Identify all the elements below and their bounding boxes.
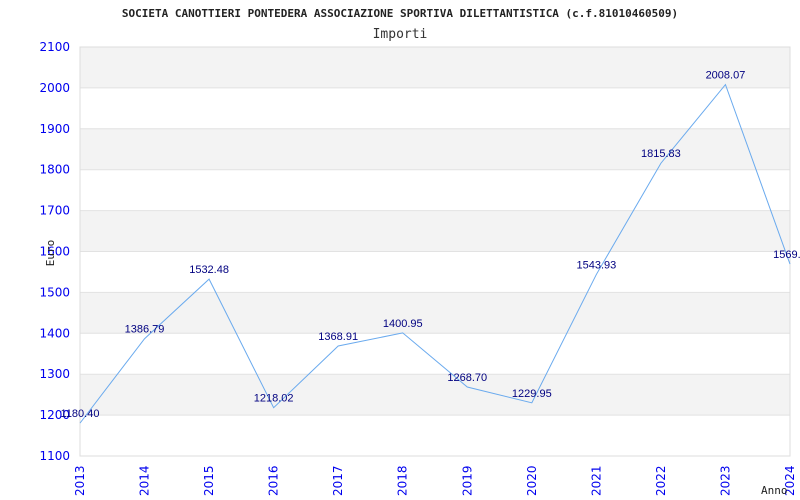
chart-subtitle: Importi bbox=[373, 27, 428, 42]
y-tick-label: 1500 bbox=[39, 285, 70, 299]
y-tick-label: 1100 bbox=[39, 449, 70, 463]
y-tick-label: 2000 bbox=[39, 81, 70, 95]
data-label: 1386.79 bbox=[125, 324, 165, 336]
y-axis-label: Euro bbox=[44, 240, 57, 267]
grid-band bbox=[80, 251, 790, 293]
x-tick-label: 2020 bbox=[525, 465, 539, 496]
data-label: 1543.93 bbox=[576, 259, 616, 271]
x-tick-label: 2014 bbox=[138, 465, 152, 496]
grid-band bbox=[80, 292, 790, 334]
x-tick-label: 2015 bbox=[202, 465, 216, 496]
x-tick-label: 2021 bbox=[589, 465, 603, 496]
grid-band bbox=[80, 210, 790, 252]
data-label: 1180.40 bbox=[61, 408, 100, 420]
x-tick-label: 2019 bbox=[460, 465, 474, 496]
grid-band bbox=[80, 333, 790, 375]
y-tick-label: 1300 bbox=[39, 367, 70, 381]
x-tick-label: 2013 bbox=[73, 465, 87, 496]
data-label: 1268.70 bbox=[447, 372, 487, 384]
chart-title: SOCIETA CANOTTIERI PONTEDERA ASSOCIAZION… bbox=[122, 7, 678, 20]
x-axis-label: Anno bbox=[761, 484, 788, 497]
x-tick-label: 2022 bbox=[654, 465, 668, 496]
data-label: 1815.83 bbox=[641, 148, 681, 160]
data-label: 1218.02 bbox=[254, 393, 294, 405]
x-tick-label: 2017 bbox=[331, 465, 345, 496]
y-tick-label: 2100 bbox=[39, 40, 70, 54]
x-tick-label: 2016 bbox=[267, 465, 281, 496]
grid-band bbox=[80, 169, 790, 211]
data-label: 1532.48 bbox=[189, 264, 229, 276]
x-tick-label: 2018 bbox=[396, 465, 410, 496]
grid-band bbox=[80, 87, 790, 129]
y-tick-label: 1400 bbox=[39, 326, 70, 340]
grid-band bbox=[80, 47, 790, 88]
y-tick-label: 1700 bbox=[39, 204, 70, 218]
grid-band bbox=[80, 415, 790, 456]
data-label: 1368.91 bbox=[318, 331, 358, 343]
data-label: 1569.2 bbox=[773, 249, 800, 261]
data-label: 1229.95 bbox=[512, 388, 552, 400]
line-chart: SOCIETA CANOTTIERI PONTEDERA ASSOCIAZION… bbox=[39, 7, 800, 497]
data-label: 2008.07 bbox=[706, 70, 746, 82]
y-tick-label: 1900 bbox=[39, 122, 70, 136]
y-tick-label: 1800 bbox=[39, 163, 70, 177]
data-label: 1400.95 bbox=[383, 318, 423, 330]
grid-band bbox=[80, 374, 790, 416]
x-tick-label: 2023 bbox=[718, 465, 732, 496]
